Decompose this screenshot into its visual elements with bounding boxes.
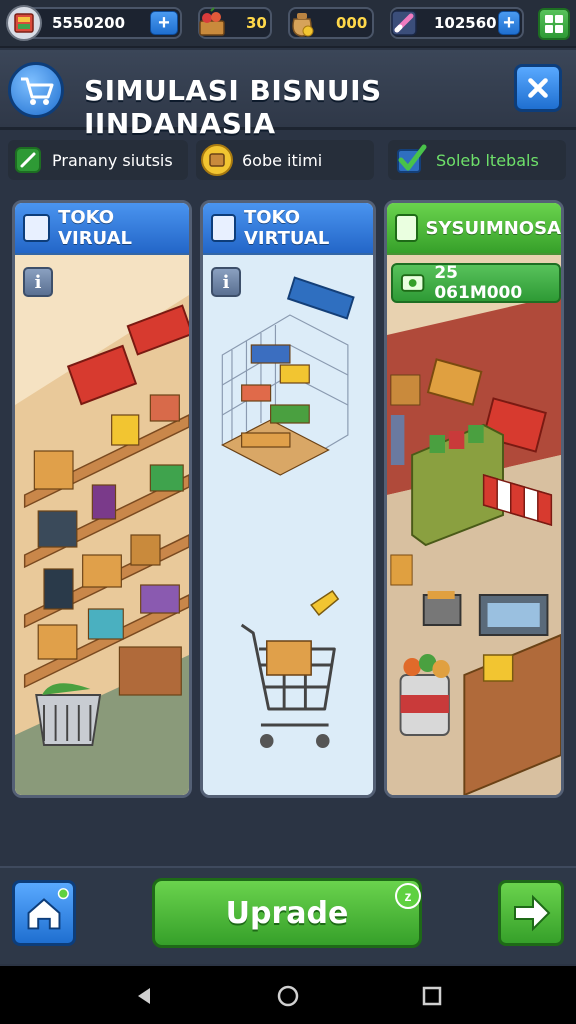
- filter-tab-3-label: Soleb ltebals: [436, 150, 539, 170]
- store-card-3-header: SYSUIMNOSA: [387, 203, 561, 255]
- store-card-2[interactable]: TOKO VIRTUAL i: [200, 200, 376, 798]
- checklist-icon: [395, 214, 418, 242]
- close-icon: [528, 78, 548, 98]
- store-box-icon: [23, 214, 51, 242]
- store-box-icon-2: [211, 214, 236, 242]
- upgrade-badge: z: [395, 883, 421, 909]
- next-button[interactable]: [498, 880, 564, 946]
- info-badge-2[interactable]: i: [211, 267, 241, 297]
- page-title: SIMULASI BISNUIS IINDANASIA: [84, 74, 382, 140]
- coin-sack-icon: [292, 13, 314, 37]
- food-value: 30: [246, 14, 267, 32]
- upgrade-button[interactable]: Uprade z: [152, 878, 422, 948]
- goods-value: 000: [336, 14, 368, 32]
- store-card-3[interactable]: SYSUIMNOSA 25 061M000: [384, 200, 564, 798]
- box-coin-icon: [201, 144, 233, 176]
- store-card-1[interactable]: TOKO VIRUAL i: [12, 200, 192, 798]
- arrow-right-icon: [514, 894, 551, 932]
- grid-icon: [545, 15, 563, 33]
- shop-book-icon: [6, 5, 42, 41]
- energy-value: 102560: [434, 14, 497, 32]
- store-card-1-title: TOKO VIRUAL: [58, 207, 133, 249]
- add-coins-button[interactable]: +: [150, 11, 178, 35]
- upgrade-button-label: Uprade: [225, 895, 349, 931]
- checkmark-icon: [397, 144, 427, 173]
- resource-bar: 5550200 + 30 000 102560 +: [0, 0, 576, 48]
- shop-counter-illustration: [387, 255, 561, 795]
- filter-tab-2[interactable]: 6obe itimi: [196, 140, 374, 180]
- food-crate-icon: [199, 7, 225, 36]
- home-circle-icon[interactable]: [276, 984, 300, 1008]
- goods-counter[interactable]: 000: [288, 7, 374, 39]
- coins-counter[interactable]: 5550200 +: [6, 5, 182, 41]
- money-icon: [400, 274, 425, 292]
- store-card-1-header: TOKO VIRUAL: [15, 203, 189, 255]
- energy-counter[interactable]: 102560 +: [390, 7, 524, 39]
- store-card-2-title: TOKO VIRTUAL: [243, 207, 330, 249]
- filter-tab-3[interactable]: Soleb ltebals: [388, 140, 566, 180]
- home-icon: [27, 888, 69, 930]
- home-button[interactable]: [12, 880, 76, 946]
- store-shelves-illustration: [15, 255, 189, 795]
- info-badge-1[interactable]: i: [23, 267, 53, 297]
- system-nav-bar: [0, 966, 576, 1024]
- title-header: SIMULASI BISNUIS IINDANASIA: [0, 50, 576, 140]
- store-card-3-value-badge[interactable]: 25 061M000: [391, 263, 561, 303]
- store-card-3-title: SYSUIMNOSA: [425, 217, 561, 239]
- food-counter[interactable]: 30: [198, 7, 272, 39]
- cart-icon: [21, 77, 54, 105]
- recents-square-icon[interactable]: [420, 984, 444, 1008]
- store-card-3-value: 25 061M000: [434, 263, 523, 303]
- bottom-action-bar: Uprade z: [0, 866, 576, 964]
- add-energy-button[interactable]: +: [498, 11, 520, 35]
- filter-tab-1-label: Pranany siutsis: [52, 150, 173, 170]
- menu-grid-button[interactable]: [538, 8, 570, 40]
- back-icon[interactable]: [132, 984, 156, 1008]
- filter-tab-2-label: 6obe itimi: [242, 150, 323, 170]
- coins-value: 5550200: [52, 14, 126, 32]
- energy-pen-icon: [391, 10, 417, 36]
- close-button[interactable]: [514, 64, 562, 112]
- shopping-cart-logo: [8, 62, 64, 118]
- leaf-pen-icon: [15, 147, 41, 173]
- store-card-2-header: TOKO VIRTUAL: [203, 203, 373, 255]
- virtual-shelf-cart-illustration: [203, 255, 373, 795]
- filter-tab-1[interactable]: Pranany siutsis: [8, 140, 188, 180]
